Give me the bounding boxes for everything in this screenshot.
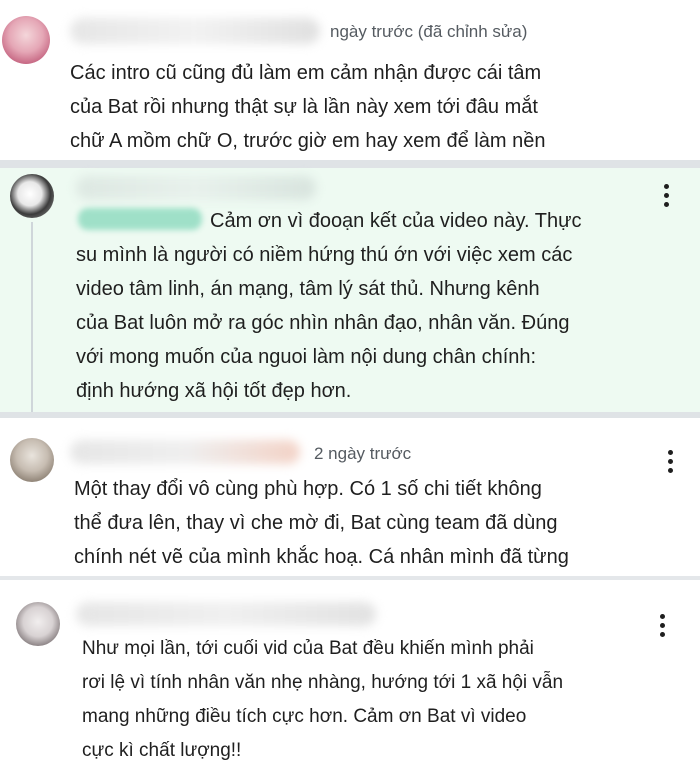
comment-text-line: chính nét vẽ của mình khắc hoạ. Cá nhân … [74,546,569,568]
comment-text-line: Một thay đổi vô cùng phù hợp. Có 1 số ch… [74,478,542,500]
more-options-button[interactable] [664,184,670,211]
comment-text-line: cực kì chất lượng!! [82,740,242,761]
comment-3: 2 ngày trước Một thay đổi vô cùng phù hợ… [0,418,700,576]
vertical-ellipsis-icon [668,450,673,455]
comment-text-line: định hướng xã hội tốt đẹp hơn. [76,380,352,402]
redacted-username [76,176,316,200]
more-options-button[interactable] [660,614,666,641]
thread-line [31,222,33,412]
redacted-username [70,440,300,464]
redacted-username [70,18,320,44]
more-options-button[interactable] [668,450,674,477]
comment-2-highlighted: Cảm ơn vì đooạn kết của video này. Thực … [0,168,700,412]
comment-text-line: của Bat luôn mở ra góc nhìn nhân đạo, nh… [76,312,570,334]
comment-text-line: Cảm ơn vì đooạn kết của video này. Thực [210,210,582,232]
comment-1: ngày trước (đã chỉnh sửa) Các intro cũ c… [0,0,700,160]
avatar[interactable] [10,438,54,482]
comment-text-line: video tâm linh, án mạng, tâm lý sát thủ.… [76,278,540,300]
comment-timestamp: 2 ngày trước [314,444,412,463]
comment-4: Như mọi lần, tới cuối vid của Bat đều kh… [0,580,700,774]
comment-text-line: của Bat rồi nhưng thật sự là lần này xem… [70,96,538,118]
comment-text-line: Như mọi lần, tới cuối vid của Bat đều kh… [82,638,534,659]
comment-text-line: với mong muốn của nguoi làm nội dung châ… [76,346,537,368]
vertical-ellipsis-icon [660,614,665,619]
comment-text-line: mang những điều tích cực hơn. Cảm ơn Bat… [82,706,527,727]
comment-timestamp: ngày trước (đã chỉnh sửa) [330,22,528,41]
divider [0,160,700,168]
comment-text-line: su mình là người có niềm hứng thú ớn với… [76,244,573,266]
comment-text-line: thể đưa lên, thay vì che mờ đi, Bat cùng… [74,512,558,534]
comment-text-line: rơi lệ vì tính nhân văn nhẹ nhàng, hướng… [82,672,564,693]
avatar[interactable] [2,16,50,64]
comment-text-line: Các intro cũ cũng đủ làm em cảm nhận đượ… [70,62,542,84]
avatar[interactable] [10,174,54,218]
vertical-ellipsis-icon [664,184,669,189]
redacted-username [76,602,376,626]
comment-text-line: chữ A mồm chữ O, trước giờ em hay xem để… [70,130,546,152]
redacted-mention [78,208,202,230]
avatar[interactable] [16,602,60,646]
